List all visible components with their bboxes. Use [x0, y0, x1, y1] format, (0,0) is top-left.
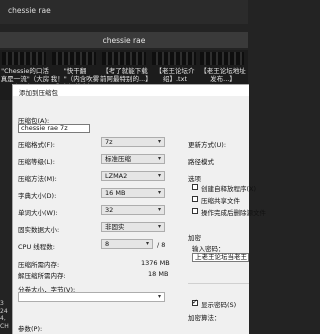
folder-title: chessie rae	[102, 36, 146, 45]
compress-memory-value: 1376 MB	[141, 259, 170, 267]
solid-block-label: 固实数据大小:	[18, 226, 60, 234]
sfx-checkbox[interactable]	[192, 184, 198, 190]
password-label: 输入密码：	[192, 245, 225, 253]
format-value: 7z	[105, 138, 113, 146]
cpu-threads-total: / 8	[157, 241, 166, 249]
background-details: 3 24 4, CH	[0, 300, 12, 333]
detail-text: 24	[0, 307, 8, 315]
text-file-thumbnail	[152, 52, 196, 65]
word-size-label: 单词大小(W):	[18, 209, 58, 217]
dictionary-size-value: 16 MB	[105, 189, 126, 197]
chevron-down-icon: ▾	[157, 293, 161, 300]
chevron-down-icon: ▾	[157, 138, 161, 145]
folder-header: chessie rae	[0, 32, 248, 48]
background-window-title: chessie rae	[8, 6, 51, 15]
format-label: 压缩格式(F):	[18, 141, 56, 149]
split-volume-select[interactable]: ▾	[18, 292, 165, 302]
word-size-value: 32	[105, 206, 114, 214]
chevron-down-icon: ▾	[157, 206, 161, 213]
shared-files-option-label: 压缩共享文件	[201, 197, 240, 205]
path-mode-label: 路径模式	[188, 158, 214, 166]
chevron-down-icon: ▾	[157, 155, 161, 162]
dictionary-size-label: 字典大小(D):	[18, 192, 57, 200]
level-value: 标准压缩	[105, 155, 131, 163]
cpu-threads-label: CPU 线程数:	[18, 243, 55, 251]
level-label: 压缩等级(L):	[18, 158, 55, 166]
shared-files-checkbox[interactable]	[192, 196, 198, 202]
sfx-option-label: 创建自释放程序(X)	[201, 185, 257, 193]
archive-path-input[interactable]: chessie rae 7z	[18, 124, 90, 133]
show-password-label: 显示密码(S)	[201, 301, 237, 309]
update-mode-label: 更新方式(U):	[188, 141, 227, 149]
password-input[interactable]: 上老王论坛当老王	[192, 253, 249, 262]
video-thumbnail	[102, 52, 146, 65]
dictionary-size-select[interactable]: 16 MB ▾	[101, 188, 165, 198]
compress-memory-label: 压缩所需内存:	[18, 261, 60, 269]
video-thumbnail	[52, 52, 96, 65]
text-file-thumbnail	[200, 52, 244, 65]
chevron-down-icon: ▾	[145, 240, 149, 247]
options-label: 选项	[188, 175, 201, 183]
word-size-select[interactable]: 32 ▾	[101, 205, 165, 215]
method-value: LZMA2	[105, 172, 128, 180]
chevron-down-icon: ▾	[157, 223, 161, 230]
solid-block-select[interactable]: 非固实 ▾	[101, 222, 165, 232]
cpu-threads-select[interactable]: 8 ▾	[101, 239, 153, 249]
delete-after-option-label: 操作完成后删除源文件	[201, 209, 266, 217]
level-select[interactable]: 标准压缩 ▾	[101, 154, 165, 164]
detail-text: 3	[0, 300, 4, 307]
encryption-label: 加密	[188, 234, 201, 242]
solid-block-value: 非固实	[105, 223, 125, 231]
decompress-memory-label: 解压缩所需内存:	[18, 272, 66, 280]
chevron-down-icon: ▾	[157, 189, 161, 196]
delete-after-checkbox[interactable]	[192, 208, 198, 214]
parameters-label: 参数(P):	[18, 325, 43, 333]
video-thumbnail	[2, 52, 46, 65]
format-select[interactable]: 7z ▾	[101, 137, 165, 147]
decompress-memory-value: 18 MB	[148, 270, 169, 278]
divider	[188, 283, 249, 284]
detail-text: CH	[0, 322, 9, 330]
method-select[interactable]: LZMA2 ▾	[101, 171, 165, 181]
detail-text: 4,	[0, 315, 6, 322]
background-window-titlebar: chessie rae	[0, 0, 248, 24]
add-to-archive-dialog: 添加到压缩包 压缩包(A): chessie rae 7z 压缩格式(F): 7…	[12, 84, 266, 334]
show-password-checkbox[interactable]	[192, 298, 198, 306]
encryption-method-label: 加密算法：	[188, 314, 221, 322]
chevron-down-icon: ▾	[157, 172, 161, 179]
dialog-titlebar[interactable]: 添加到压缩包	[13, 85, 249, 97]
dialog-title: 添加到压缩包	[19, 89, 58, 97]
cpu-threads-value: 8	[105, 240, 110, 248]
method-label: 压缩方法(M):	[18, 175, 57, 183]
